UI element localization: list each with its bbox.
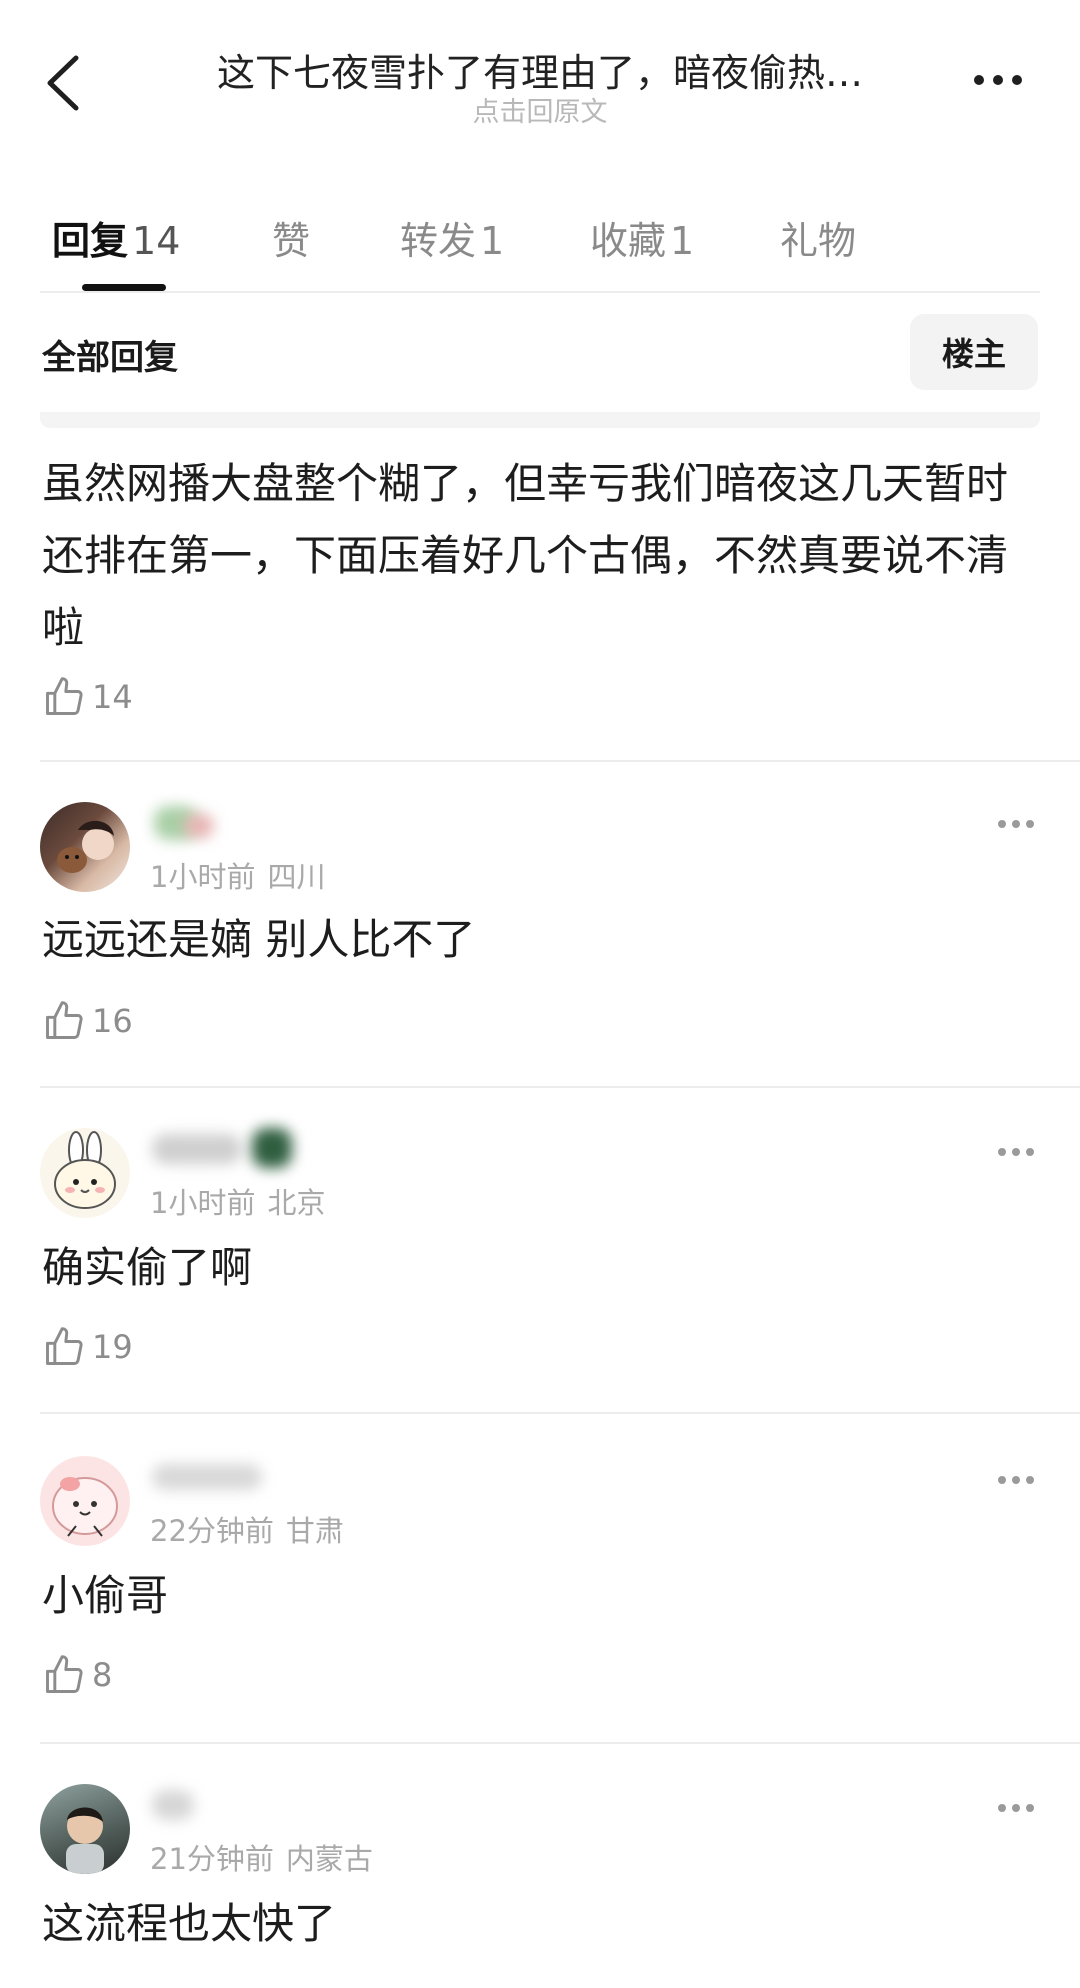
main-comment-text: 虽然网播大盘整个糊了，但幸亏我们暗夜这几天暂时还排在第一，下面压着好几个古偶，不… xyxy=(42,459,1009,652)
more-dot xyxy=(1012,1804,1020,1812)
comment-divider xyxy=(40,1086,1080,1088)
username-redacted[interactable] xyxy=(150,1126,350,1170)
comment-text: 远远还是嫡 别人比不了 xyxy=(42,915,476,964)
more-dot xyxy=(1012,820,1020,828)
comment-time: 22分钟前 xyxy=(150,1514,274,1548)
tab-count: 1 xyxy=(670,219,695,263)
tab-replies[interactable]: 回复 14 xyxy=(52,210,180,265)
thumbs-up-icon xyxy=(46,1327,83,1365)
tab-label: 收藏 xyxy=(590,219,667,263)
more-dot xyxy=(998,1804,1006,1812)
like-count: 19 xyxy=(92,1328,133,1366)
more-dot xyxy=(998,1476,1006,1484)
more-dot xyxy=(1012,1476,1020,1484)
tab-label: 转发 xyxy=(400,219,477,263)
comment-time: 1小时前 xyxy=(150,1186,256,1220)
comment-more-button[interactable] xyxy=(994,812,1038,836)
more-dot xyxy=(1012,1148,1020,1156)
thumbs-up-icon xyxy=(46,1001,83,1039)
comment-meta: 1小时前 四川 xyxy=(150,854,325,896)
op-only-button[interactable]: 楼主 xyxy=(910,314,1038,390)
tab-label: 回复 xyxy=(52,219,129,263)
tab-count: 14 xyxy=(132,219,181,263)
user-avatar[interactable] xyxy=(40,1128,130,1218)
user-avatar[interactable] xyxy=(40,1456,130,1546)
comment-more-button[interactable] xyxy=(994,1140,1038,1164)
redacted-name-block xyxy=(184,814,214,838)
comment-meta: 22分钟前 甘肃 xyxy=(150,1508,344,1550)
thumbs-up-icon xyxy=(46,677,83,715)
comment-location: 四川 xyxy=(267,860,326,894)
comment-divider xyxy=(40,1742,1080,1744)
active-tab-indicator xyxy=(82,284,166,291)
comment-more-button[interactable] xyxy=(994,1796,1038,1820)
tab-label: 赞 xyxy=(272,219,311,263)
comment-divider xyxy=(40,760,1080,762)
like-button[interactable]: 14 xyxy=(42,672,133,722)
cartoon-rabbit-avatar-icon xyxy=(54,1131,116,1209)
more-dot xyxy=(1012,75,1022,85)
section-separator xyxy=(40,412,1040,428)
comment-more-button[interactable] xyxy=(994,1468,1038,1492)
chevron-left-icon xyxy=(47,55,79,111)
more-dot xyxy=(998,1148,1006,1156)
comment-location: 北京 xyxy=(267,1186,326,1220)
comment-location: 内蒙古 xyxy=(285,1842,373,1876)
more-dot xyxy=(1026,1148,1034,1156)
like-count: 14 xyxy=(92,678,133,716)
more-dot xyxy=(1026,1476,1034,1484)
redacted-name-block xyxy=(252,1128,292,1168)
like-count: 8 xyxy=(92,1656,113,1694)
post-title[interactable]: 这下七夜雪扑了有理由了，暗夜偷热… xyxy=(170,42,910,97)
redacted-name-block xyxy=(152,1134,242,1164)
tab-reposts[interactable]: 转发 1 xyxy=(400,210,504,265)
username-redacted[interactable] xyxy=(150,800,350,844)
more-options-button[interactable] xyxy=(958,60,1038,100)
tab-favorites[interactable]: 收藏 1 xyxy=(590,210,694,265)
username-redacted[interactable] xyxy=(150,1782,350,1826)
more-dot xyxy=(1026,1804,1034,1812)
redacted-name-block xyxy=(152,1464,262,1490)
more-dot xyxy=(1026,820,1034,828)
woman-with-dog-avatar-icon xyxy=(57,820,114,873)
like-button[interactable]: 19 xyxy=(42,1322,133,1372)
comment-text: 小偷哥 xyxy=(42,1571,169,1620)
comment-text: 这流程也太快了 xyxy=(42,1899,337,1948)
like-count: 16 xyxy=(92,1002,133,1040)
like-button[interactable]: 16 xyxy=(42,996,133,1046)
comment-location: 甘肃 xyxy=(285,1514,344,1548)
tab-gifts[interactable]: 礼物 xyxy=(780,210,856,265)
tab-label: 礼物 xyxy=(780,219,857,263)
cartoon-pink-creature-avatar-icon xyxy=(52,1477,118,1537)
more-dot xyxy=(993,75,1003,85)
redacted-name-block xyxy=(152,1790,194,1820)
tab-bar: 回复 14 赞 转发 1 收藏 1 礼物 xyxy=(0,196,1080,292)
like-button[interactable]: 8 xyxy=(42,1650,112,1700)
more-dot xyxy=(974,75,984,85)
all-replies-heading: 全部回复 xyxy=(42,338,178,378)
more-dot xyxy=(998,820,1006,828)
username-redacted[interactable] xyxy=(150,1454,350,1498)
comment-text: 确实偷了啊 xyxy=(42,1243,253,1292)
back-to-original-link[interactable]: 点击回原文 xyxy=(170,90,910,129)
comment-time: 21分钟前 xyxy=(150,1842,274,1876)
comment-divider xyxy=(40,1412,1080,1414)
child-photo-avatar-icon xyxy=(66,1807,104,1874)
user-avatar[interactable] xyxy=(40,802,130,892)
comment-meta: 21分钟前 内蒙古 xyxy=(150,1836,373,1878)
thumbs-up-icon xyxy=(46,1655,83,1693)
user-avatar[interactable] xyxy=(40,1784,130,1874)
back-button[interactable] xyxy=(36,48,96,118)
tabs-divider xyxy=(40,291,1040,293)
tab-likes[interactable]: 赞 xyxy=(272,210,310,265)
comment-meta: 1小时前 北京 xyxy=(150,1180,325,1222)
comment-time: 1小时前 xyxy=(150,860,256,894)
tab-count: 1 xyxy=(480,219,505,263)
